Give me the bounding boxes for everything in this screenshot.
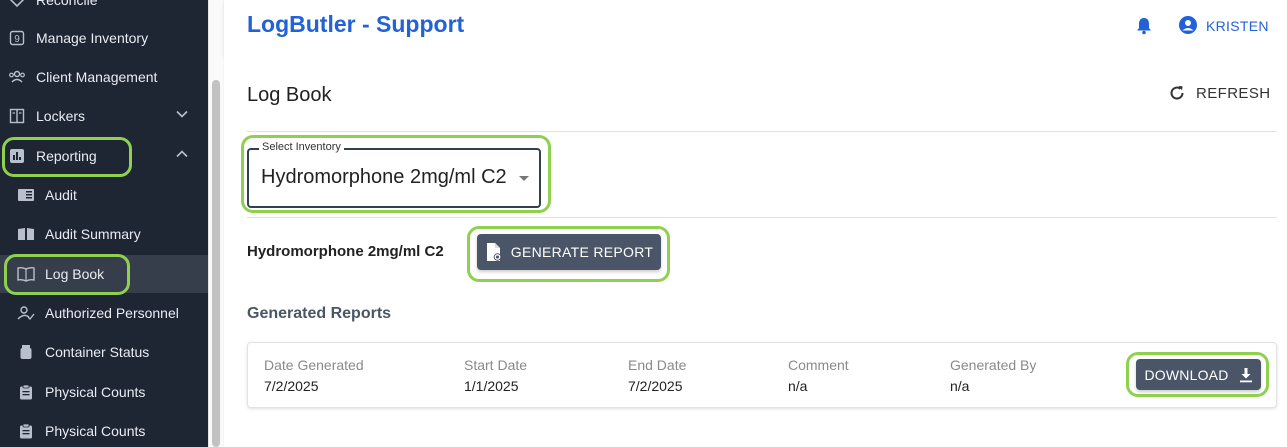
download-icon (1239, 367, 1252, 382)
sidebar-scrollbar-thumb[interactable] (212, 80, 220, 447)
end-date-column: End Date 7/2/2025 (628, 357, 686, 394)
date-generated-column: Date Generated 7/2/2025 (264, 357, 364, 394)
sidebar-item-reconcile[interactable]: Reconcile (0, 0, 208, 19)
sidebar: Reconcile 9 Manage Inventory Client Mana… (0, 0, 208, 447)
main-content: Log Book REFRESH Select Inventory Hydrom… (224, 56, 1287, 447)
sidebar-item-label: Physical Counts (45, 384, 146, 400)
inventory-select[interactable]: Select Inventory Hydromorphone 2mg/ml C2 (247, 141, 541, 208)
user-menu-button[interactable]: KRISTEN (1206, 18, 1269, 34)
chevron-down-icon[interactable] (176, 108, 188, 120)
sidebar-item-authorized-personnel[interactable]: Authorized Personnel (0, 294, 208, 332)
sidebar-item-label: Container Status (45, 344, 150, 360)
app-title: LogButler - Support (247, 11, 465, 37)
sidebar-item-label: Client Management (36, 69, 158, 85)
sidebar-item-client-management[interactable]: Client Management (0, 58, 208, 96)
reconcile-icon (8, 0, 26, 9)
select-legend: Select Inventory (259, 141, 344, 153)
sidebar-item-log-book[interactable]: Log Book (0, 255, 208, 293)
generated-by-value: n/a (950, 378, 970, 394)
sidebar-item-container-status[interactable]: Container Status (0, 333, 208, 371)
generate-report-button[interactable]: GENERATE REPORT (477, 234, 661, 270)
clients-icon (8, 68, 26, 86)
log-book-icon (17, 265, 35, 283)
sidebar-item-label: Audit (45, 187, 77, 203)
account-circle-icon[interactable] (1178, 15, 1198, 35)
sidebar-item-label: Physical Counts (45, 423, 146, 439)
audit-summary-icon (17, 225, 35, 243)
end-date-header: End Date (628, 357, 687, 373)
sidebar-item-lockers[interactable]: Lockers (0, 97, 208, 135)
sidebar-item-label: Reconcile (36, 0, 98, 8)
start-date-value: 1/1/2025 (464, 378, 519, 394)
select-value: Hydromorphone 2mg/ml C2 (261, 166, 507, 188)
sidebar-item-label: Lockers (36, 108, 86, 124)
sidebar-item-physical-counts[interactable]: Physical Counts (0, 373, 208, 411)
sidebar-item-label: Audit Summary (45, 226, 141, 242)
date-generated-header: Date Generated (264, 357, 364, 373)
comment-value: n/a (788, 378, 808, 394)
sidebar-item-label: Manage Inventory (36, 30, 149, 46)
download-button[interactable]: DOWNLOAD (1136, 359, 1261, 390)
container-icon (17, 343, 35, 361)
refresh-icon (1170, 86, 1184, 100)
download-label: DOWNLOAD (1144, 366, 1229, 383)
sidebar-item-label: Log Book (45, 266, 105, 282)
divider (247, 131, 1277, 132)
svg-text:9: 9 (14, 34, 20, 45)
inventory-icon: 9 (8, 29, 26, 47)
sidebar-item-audit[interactable]: Audit (0, 176, 208, 214)
comment-column: Comment n/a (788, 357, 849, 394)
selected-inventory-label: Hydromorphone 2mg/ml C2 (247, 243, 444, 260)
sidebar-item-physical-counts-2[interactable]: Physical Counts (0, 412, 208, 447)
divider (247, 217, 1277, 218)
lockers-icon (8, 107, 26, 125)
start-date-column: Start Date 1/1/2025 (464, 357, 527, 394)
bell-icon[interactable] (1134, 16, 1154, 36)
end-date-value: 7/2/2025 (628, 378, 683, 394)
refresh-button[interactable]: REFRESH (1168, 84, 1270, 102)
start-date-header: Start Date (464, 357, 528, 373)
chevron-up-icon[interactable] (176, 148, 188, 160)
generate-report-label: GENERATE REPORT (510, 244, 654, 260)
app-root: Reconcile 9 Manage Inventory Client Mana… (0, 0, 1287, 447)
authorized-personnel-icon (17, 304, 35, 322)
generated-by-column: Generated By n/a (950, 357, 1036, 394)
refresh-label: REFRESH (1196, 84, 1271, 102)
clipboard-icon (17, 422, 35, 440)
sidebar-item-label: Authorized Personnel (45, 305, 179, 321)
sidebar-item-label: Reporting (36, 148, 97, 164)
sidebar-item-reporting[interactable]: Reporting (0, 137, 208, 175)
top-bar: LogButler - Support KRISTEN (224, 0, 1287, 56)
report-row: Date Generated 7/2/2025 Start Date 1/1/2… (247, 342, 1277, 408)
generated-reports-title: Generated Reports (247, 305, 392, 322)
reporting-icon (8, 147, 26, 165)
sidebar-item-audit-summary[interactable]: Audit Summary (0, 215, 208, 253)
generated-by-header: Generated By (950, 357, 1037, 373)
audit-icon (17, 186, 35, 204)
file-settings-icon (486, 243, 502, 261)
date-generated-value: 7/2/2025 (264, 378, 319, 394)
sidebar-item-manage-inventory[interactable]: 9 Manage Inventory (0, 19, 208, 57)
page-title: Log Book (247, 84, 332, 106)
caret-down-icon (519, 176, 529, 181)
comment-header: Comment (788, 357, 849, 373)
clipboard-icon (17, 383, 35, 401)
